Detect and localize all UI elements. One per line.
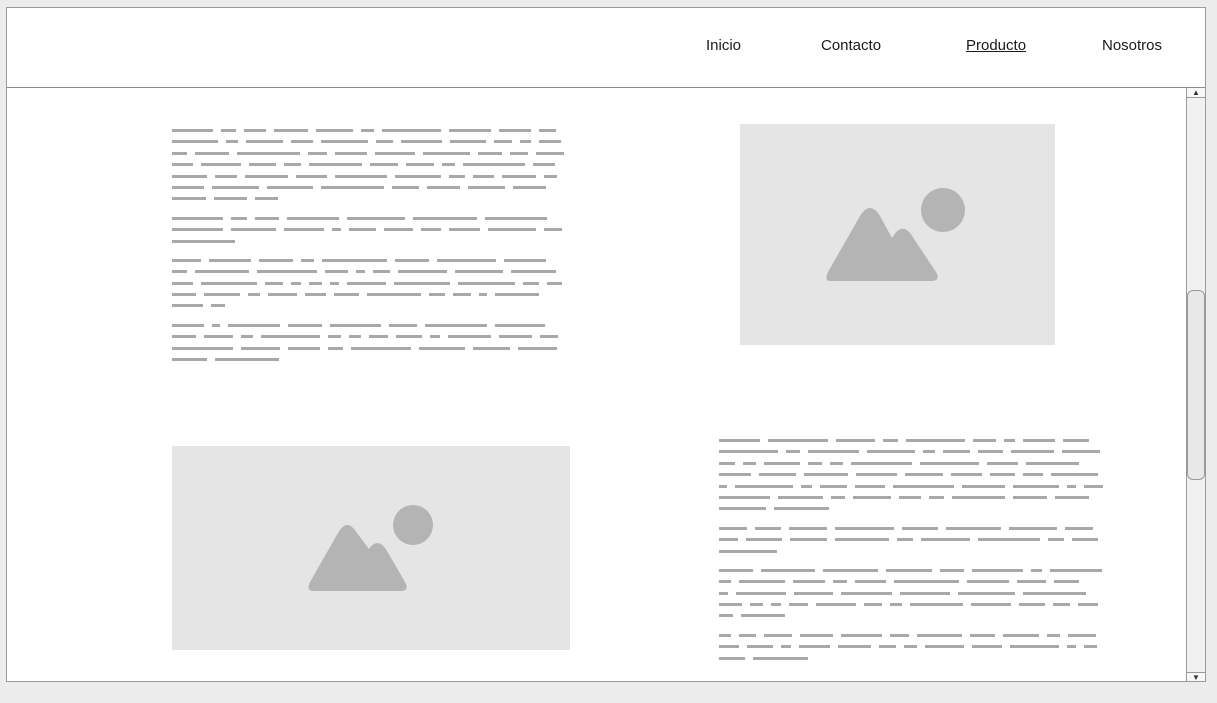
placeholder-text-line [172, 270, 564, 274]
placeholder-text-line [172, 216, 564, 220]
placeholder-text-line [719, 603, 1103, 607]
placeholder-text-line [719, 614, 1103, 618]
nav-contacto[interactable]: Contacto [821, 37, 881, 54]
placeholder-text-line [719, 538, 1103, 542]
placeholder-text-line [172, 323, 564, 327]
placeholder-text-line [172, 335, 564, 339]
image-placeholder-top-right [740, 124, 1055, 345]
placeholder-text-line [172, 174, 564, 178]
placeholder-text-line [172, 140, 564, 144]
page-content [7, 88, 1186, 681]
placeholder-text-line [172, 163, 564, 167]
placeholder-text-line [719, 473, 1103, 477]
browser-frame: Inicio Contacto Producto Nosotros ▲ ▼ [6, 7, 1206, 682]
placeholder-text-line [719, 591, 1103, 595]
scrollbar-thumb[interactable] [1187, 290, 1205, 480]
placeholder-text-line [172, 239, 564, 243]
placeholder-text-line [719, 549, 1103, 553]
placeholder-text-line [172, 281, 564, 285]
placeholder-text-line [719, 580, 1103, 584]
image-placeholder-bottom-left [172, 446, 570, 650]
placeholder-text-line [172, 197, 564, 201]
nav-producto[interactable]: Producto [966, 37, 1026, 54]
text-block-top-left [172, 129, 564, 377]
placeholder-text-line [719, 568, 1103, 572]
placeholder-text-line [719, 439, 1103, 442]
placeholder-text-line [719, 495, 1103, 499]
placeholder-text-line [719, 507, 1103, 511]
arrow-down-icon[interactable]: ▼ [1187, 672, 1205, 681]
placeholder-text-line [172, 304, 564, 308]
placeholder-text-line [172, 293, 564, 297]
placeholder-text-line [172, 358, 564, 362]
vertical-scrollbar[interactable]: ▲ ▼ [1186, 88, 1205, 681]
image-icon [308, 505, 433, 591]
placeholder-text-line [172, 151, 564, 155]
placeholder-text-line [719, 656, 1103, 660]
text-block-bottom-right [719, 439, 1103, 676]
placeholder-text-line [172, 129, 564, 132]
placeholder-text-line [172, 185, 564, 189]
placeholder-text-line [719, 484, 1103, 488]
placeholder-text-line [172, 228, 564, 232]
placeholder-text-line [172, 258, 564, 262]
placeholder-text-line [719, 645, 1103, 649]
nav-nosotros[interactable]: Nosotros [1102, 37, 1162, 54]
image-icon [826, 188, 965, 281]
site-header: Inicio Contacto Producto Nosotros [7, 8, 1205, 88]
placeholder-text-line [172, 346, 564, 350]
placeholder-text-line [719, 450, 1103, 454]
placeholder-text-line [719, 461, 1103, 465]
nav-inicio[interactable]: Inicio [706, 37, 741, 54]
placeholder-text-line [719, 633, 1103, 637]
arrow-up-icon[interactable]: ▲ [1187, 88, 1205, 98]
placeholder-text-line [719, 526, 1103, 530]
